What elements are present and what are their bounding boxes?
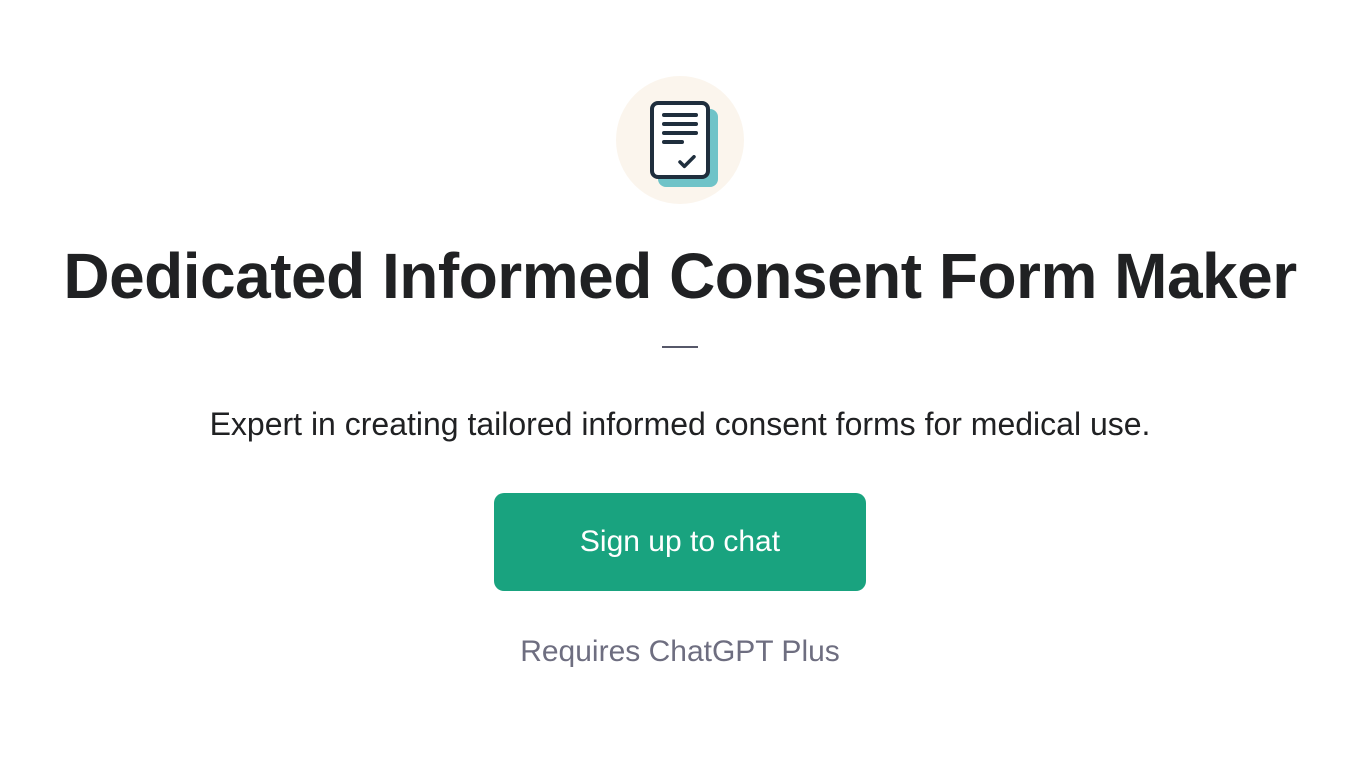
gpt-landing-container: Dedicated Informed Consent Form Maker Ex… xyxy=(63,76,1296,669)
title-divider xyxy=(662,346,698,348)
signup-button[interactable]: Sign up to chat xyxy=(494,493,866,591)
app-icon-circle xyxy=(616,76,744,204)
document-check-icon xyxy=(650,101,710,179)
page-description: Expert in creating tailored informed con… xyxy=(210,406,1151,443)
requires-plus-text: Requires ChatGPT Plus xyxy=(520,635,840,669)
page-title: Dedicated Informed Consent Form Maker xyxy=(63,240,1296,314)
